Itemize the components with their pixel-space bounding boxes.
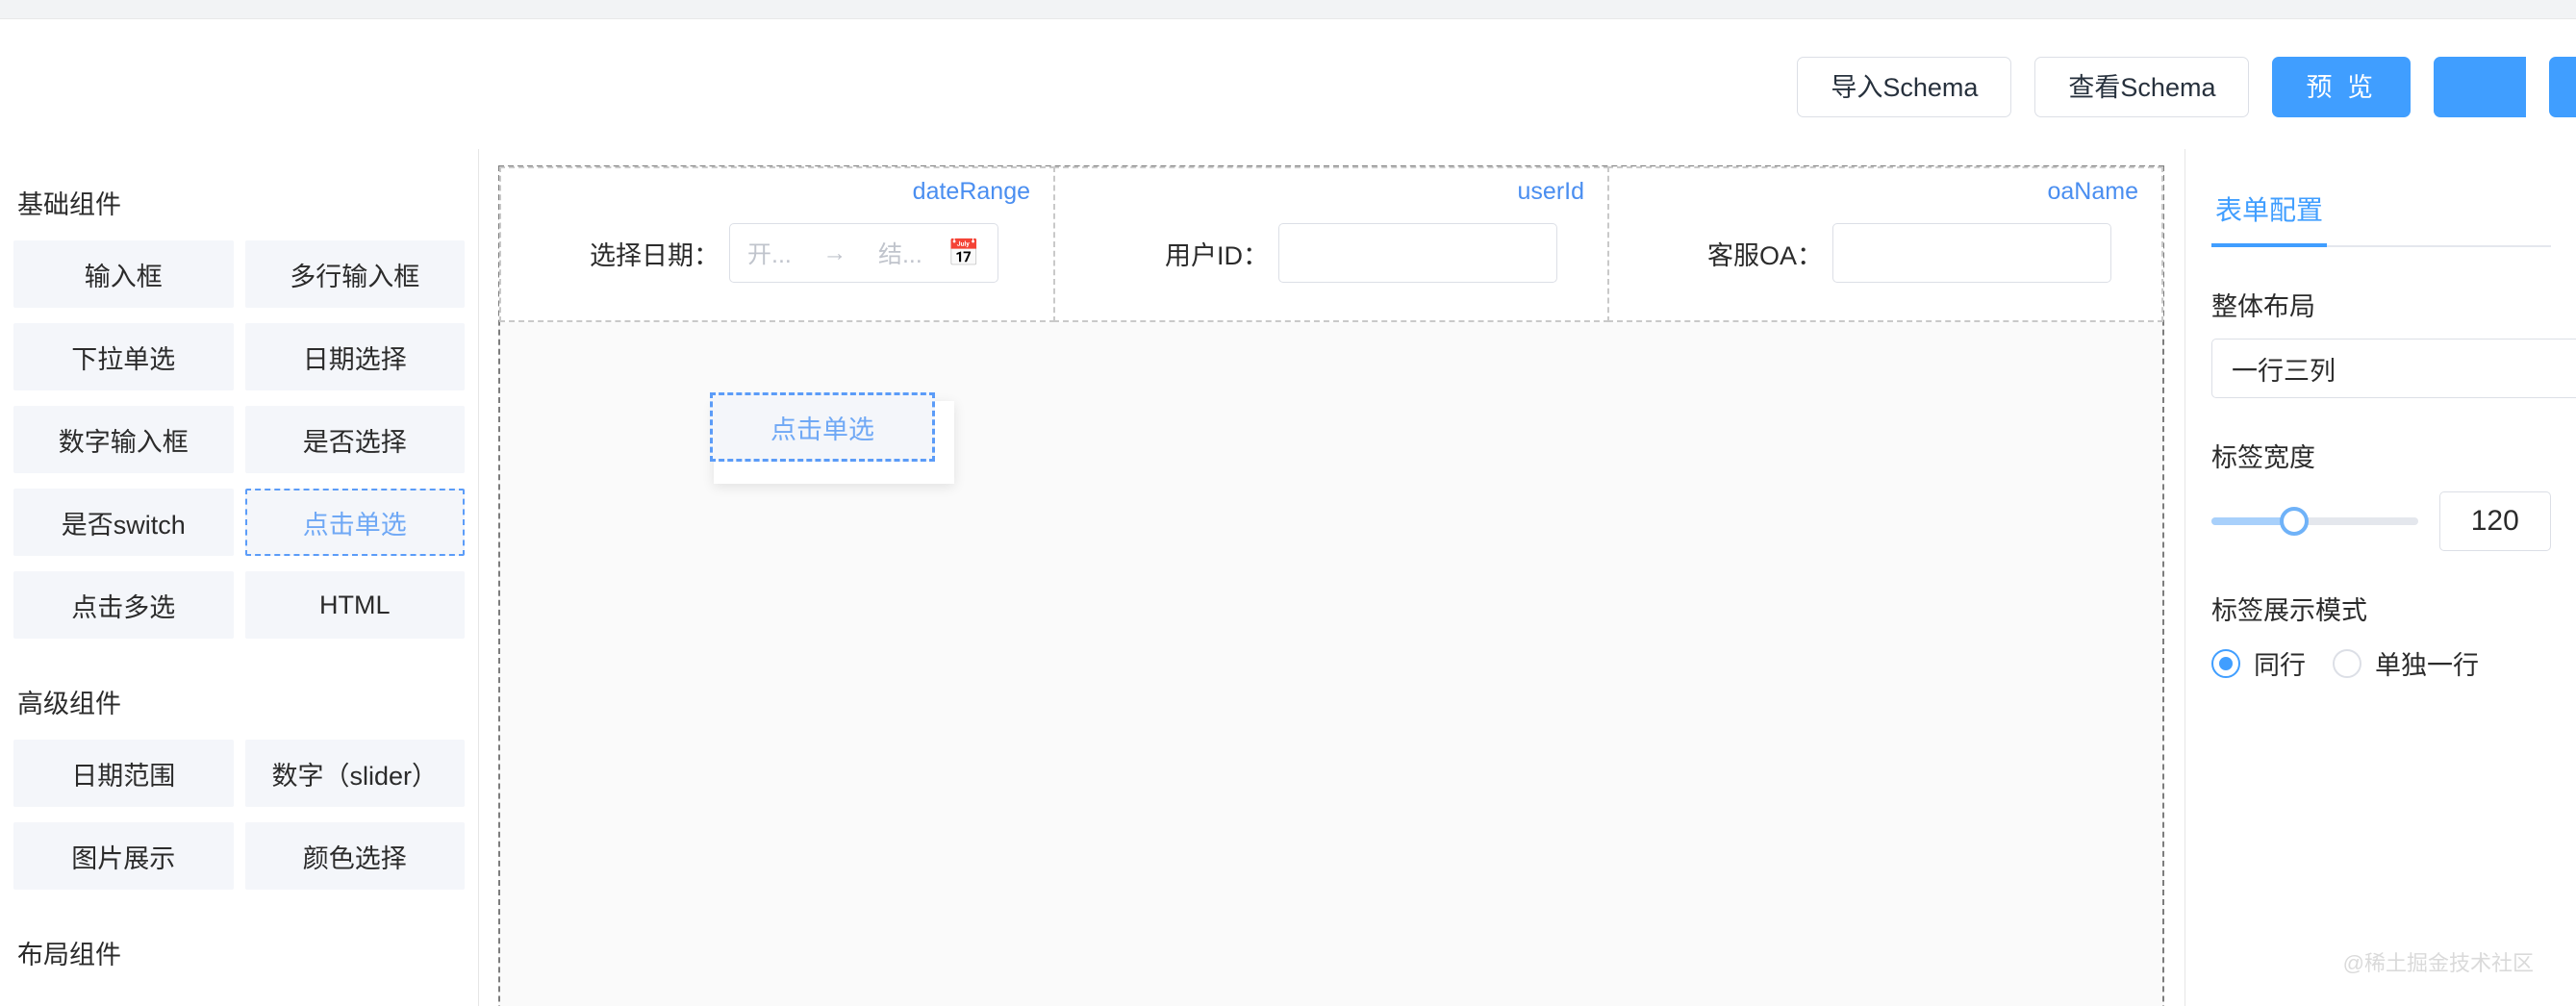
label-width-row: 120 (2211, 491, 2551, 551)
radio-own-line[interactable]: 单独一行 (2333, 644, 2479, 682)
section-title-layout: 布局组件 (17, 941, 121, 969)
field-key-label: oaName (2047, 178, 2139, 205)
field-label: 客服OA： (1706, 240, 1823, 270)
daterange-start-placeholder: 开... (747, 241, 792, 268)
field-line: 选择日期： 开... → 结... 📅 (556, 223, 998, 283)
field-label: 用户ID： (1165, 240, 1269, 270)
import-schema-button[interactable]: 导入Schema (1797, 57, 2012, 117)
form-canvas-dropzone[interactable]: dateRange 选择日期： 开... → 结... 📅 userId 用户I… (498, 165, 2164, 1006)
label-width-value: 120 (2470, 505, 2519, 537)
config-panel[interactable]: 表单配置 整体布局 一行三列 标签宽度 120 标签展示模式 同行 单独一行 (2186, 149, 2576, 1006)
field-line: 客服OA： (1659, 223, 2111, 283)
component-item-switch[interactable]: 是否switch (13, 489, 234, 556)
toolbar-button-truncated-2[interactable] (2549, 57, 2576, 117)
radio-label: 单独一行 (2375, 651, 2479, 680)
calendar-icon: 📅 (947, 238, 980, 267)
tab-form-config[interactable]: 表单配置 (2211, 189, 2328, 247)
label-width-label: 标签宽度 (2211, 443, 2315, 472)
component-item-checkbox[interactable]: 点击多选 (13, 571, 234, 639)
field-label: 选择日期： (590, 240, 720, 270)
component-item-datepicker[interactable]: 日期选择 (244, 323, 465, 390)
daterange-separator: → (822, 239, 847, 266)
form-field-oaname[interactable]: oaName 客服OA： (1607, 166, 2163, 322)
field-line: 用户ID： (1105, 223, 1557, 283)
layout-select[interactable]: 一行三列 (2211, 339, 2576, 398)
component-item-html[interactable]: HTML (244, 571, 465, 639)
component-grid-advanced: 日期范围 数字（slider） 图片展示 颜色选择 (13, 726, 465, 899)
radio-dot-icon (2333, 648, 2361, 678)
view-schema-button[interactable]: 查看Schema (2034, 57, 2250, 117)
toolbar-button-truncated-1[interactable] (2434, 57, 2526, 117)
oaname-input[interactable] (1832, 223, 2111, 283)
form-canvas-area[interactable]: dateRange 选择日期： 开... → 结... 📅 userId 用户I… (480, 149, 2185, 1006)
label-width-slider[interactable] (2211, 507, 2418, 536)
field-key-label: userId (1517, 178, 1584, 205)
config-tabs: 表单配置 (2211, 163, 2551, 247)
dragging-component-label: 点击单选 (710, 392, 935, 462)
component-item-image[interactable]: 图片展示 (13, 822, 234, 890)
section-title-basic: 基础组件 (17, 190, 121, 219)
radio-dot-icon (2211, 648, 2240, 678)
label-width-number-input[interactable]: 120 (2438, 491, 2551, 551)
component-item-number-slider[interactable]: 数字（slider） (244, 740, 465, 807)
form-field-daterange[interactable]: dateRange 选择日期： 开... → 结... 📅 (499, 166, 1055, 322)
radio-label: 同行 (2254, 651, 2306, 680)
daterange-input[interactable]: 开... → 结... 📅 (729, 223, 998, 283)
component-item-radio[interactable]: 点击单选 (244, 489, 465, 556)
layout-label: 整体布局 (2211, 292, 2315, 321)
component-item-boolean-select[interactable]: 是否选择 (244, 406, 465, 473)
component-item-number-input[interactable]: 数字输入框 (13, 406, 234, 473)
slider-knob[interactable] (2279, 507, 2309, 536)
header-toolbar: 导入Schema 查看Schema 预 览 (1797, 57, 2576, 117)
component-item-input[interactable]: 输入框 (13, 240, 234, 308)
label-mode-label: 标签展示模式 (2211, 596, 2367, 625)
preview-button[interactable]: 预 览 (2272, 57, 2411, 117)
form-field-userid[interactable]: userId 用户ID： (1053, 166, 1609, 322)
component-item-select[interactable]: 下拉单选 (13, 323, 234, 390)
component-sidebar[interactable]: 基础组件 输入框 多行输入框 下拉单选 日期选择 数字输入框 是否选择 是否sw… (0, 149, 479, 1006)
layout-select-value: 一行三列 (2232, 356, 2336, 386)
component-grid-basic: 输入框 多行输入框 下拉单选 日期选择 数字输入框 是否选择 是否switch … (13, 227, 465, 648)
watermark: @稀土掘金技术社区 (2342, 951, 2534, 975)
label-mode-radio-group: 同行 单独一行 (2211, 644, 2551, 682)
top-strip (0, 0, 2576, 19)
header: 导入Schema 查看Schema 预 览 (0, 20, 2576, 149)
userid-input[interactable] (1278, 223, 1557, 283)
form-row: dateRange 选择日期： 开... → 结... 📅 userId 用户I… (499, 166, 2163, 322)
dragging-component-ghost[interactable]: 点击单选 (710, 392, 954, 484)
app-root: 导入Schema 查看Schema 预 览 基础组件 输入框 多行输入框 下拉单… (0, 0, 2576, 1006)
daterange-end-placeholder: 结... (877, 241, 922, 268)
component-item-date-range[interactable]: 日期范围 (13, 740, 234, 807)
component-item-color-picker[interactable]: 颜色选择 (244, 822, 465, 890)
section-title-advanced: 高级组件 (17, 690, 121, 718)
field-key-label: dateRange (912, 178, 1030, 205)
radio-same-line[interactable]: 同行 (2211, 644, 2306, 682)
component-item-textarea[interactable]: 多行输入框 (244, 240, 465, 308)
